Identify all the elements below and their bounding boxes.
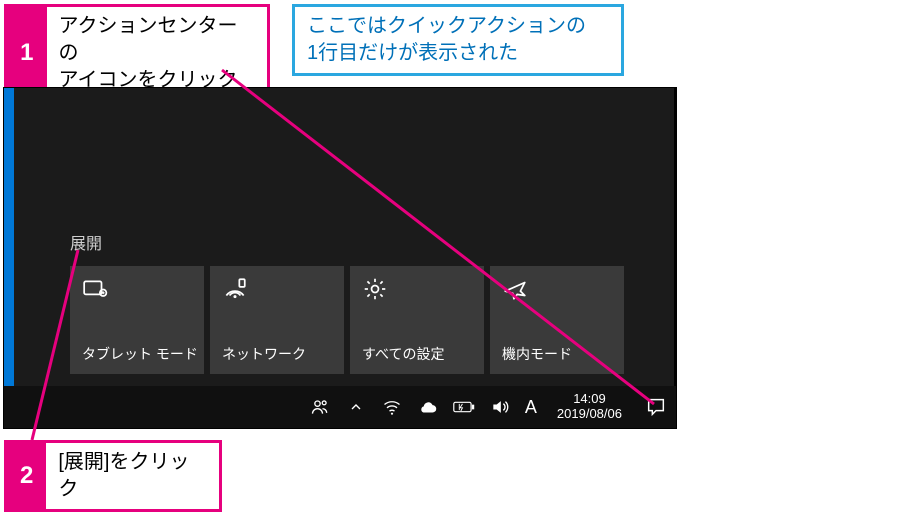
qa-tile-label: 機内モード: [502, 344, 572, 364]
airplane-icon: [502, 276, 528, 302]
callout-step2: 2 [展開]をクリック: [4, 440, 222, 512]
network-icon: [222, 276, 248, 302]
callout-note: ここではクイックアクションの 1行目だけが表示された: [292, 4, 624, 76]
tablet-mode-icon: [82, 276, 108, 302]
expand-link[interactable]: 展開: [70, 230, 102, 254]
wifi-icon[interactable]: [381, 396, 403, 418]
callout-step2-text: [展開]をクリック: [46, 443, 219, 509]
qa-tile-label: ネットワーク: [222, 344, 306, 364]
qa-tile-airplane-mode[interactable]: 機内モード: [490, 266, 624, 374]
qa-tile-all-settings[interactable]: すべての設定: [350, 266, 484, 374]
onedrive-cloud-icon[interactable]: [417, 396, 439, 418]
taskbar-time: 14:09: [557, 392, 622, 407]
ime-indicator[interactable]: A: [525, 397, 537, 418]
taskbar: A 14:09 2019/08/06: [4, 386, 676, 428]
taskbar-clock[interactable]: 14:09 2019/08/06: [557, 392, 622, 422]
callout-step1-number: 1: [7, 7, 47, 100]
qa-tile-label: すべての設定: [362, 344, 444, 364]
qa-tile-label: タブレット モード: [82, 344, 198, 364]
qa-tile-tablet-mode[interactable]: タブレット モード: [70, 266, 204, 374]
gear-icon: [362, 276, 388, 302]
windows-screenshot: 展開 タブレット モード: [4, 88, 676, 428]
window-accent-edge: [4, 88, 14, 386]
quick-actions-row: タブレット モード ネットワーク: [70, 266, 624, 374]
battery-icon[interactable]: [453, 396, 475, 418]
volume-icon[interactable]: [489, 396, 511, 418]
action-center-icon[interactable]: [642, 396, 670, 418]
tray-overflow-chevron-icon[interactable]: [345, 396, 367, 418]
callout-step2-number: 2: [7, 443, 46, 509]
callout-step1-text: アクションセンターの アイコンをクリック: [47, 7, 268, 100]
action-center-panel: 展開 タブレット モード: [14, 88, 674, 386]
people-icon[interactable]: [309, 396, 331, 418]
callout-note-text: ここではクイックアクションの 1行目だけが表示された: [295, 7, 598, 73]
taskbar-date: 2019/08/06: [557, 407, 622, 422]
qa-tile-network[interactable]: ネットワーク: [210, 266, 344, 374]
